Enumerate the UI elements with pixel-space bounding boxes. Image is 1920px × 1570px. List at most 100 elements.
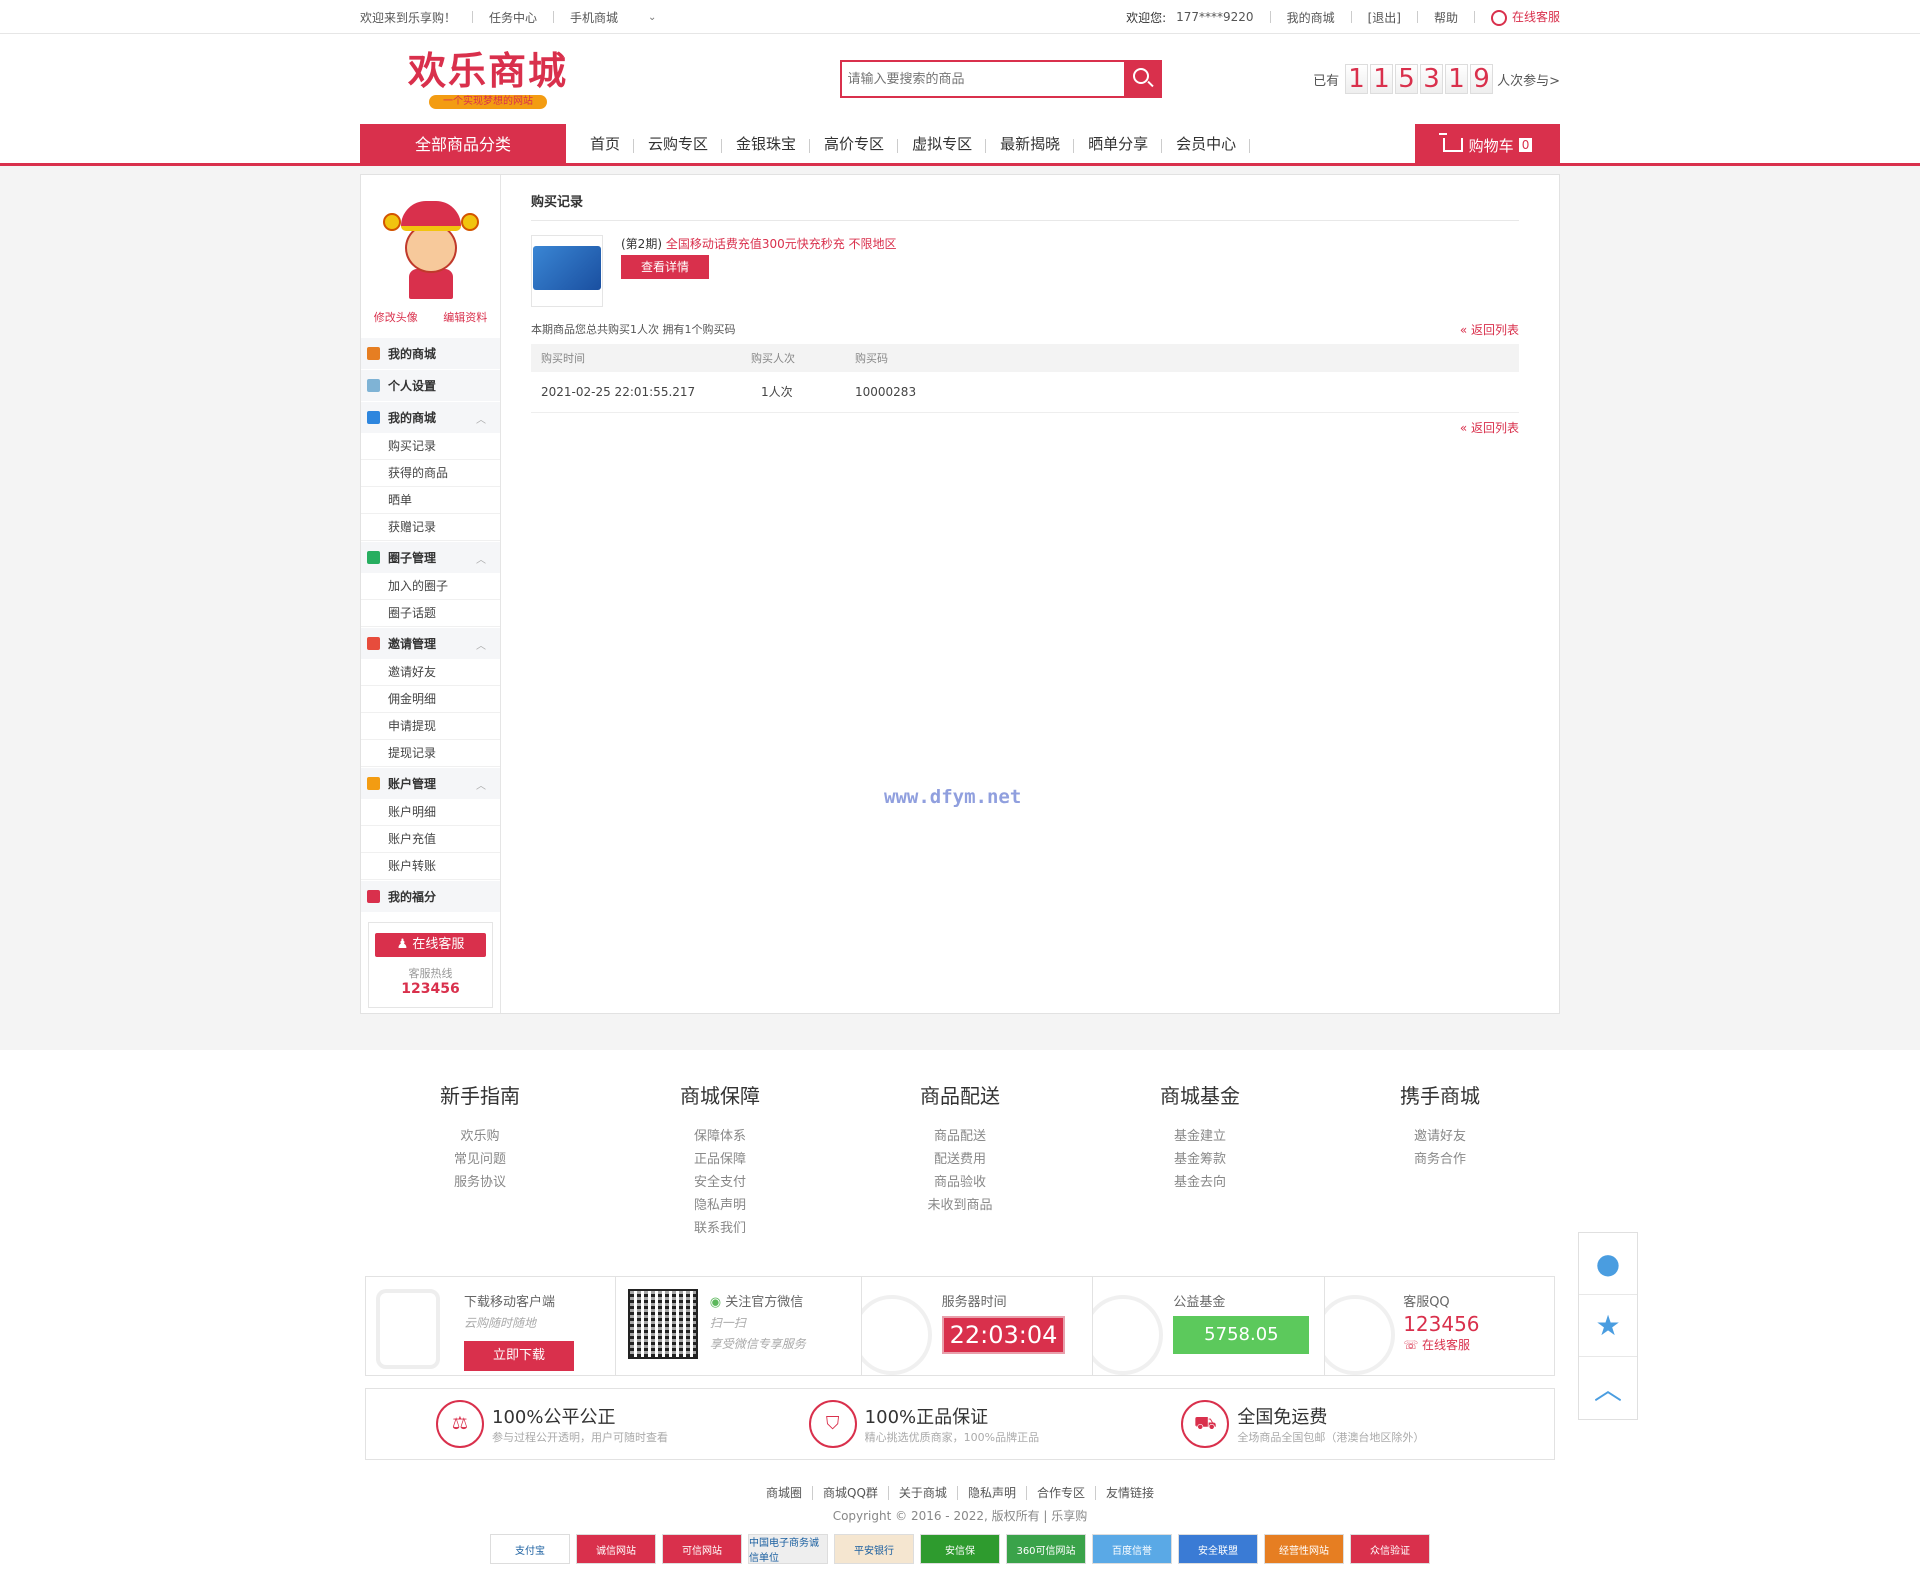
sidebar-group-1[interactable]: 个人设置 [361, 369, 500, 401]
task-center-link[interactable]: 任务中心 [489, 9, 537, 26]
guarantee-desc: 参与过程公开透明，用户可随时查看 [492, 1431, 668, 1444]
chevron-up-icon[interactable]: ︿ [476, 637, 486, 652]
bottom-link[interactable]: 友情链接 [1096, 1486, 1164, 1500]
view-detail-button[interactable]: 查看详情 [621, 255, 709, 279]
chevron-up-icon[interactable]: ︿ [476, 411, 486, 426]
mobile-mall-link[interactable]: 手机商城 [570, 9, 618, 26]
footer-link[interactable]: 保障体系 [600, 1125, 840, 1148]
chevron-up-icon[interactable]: ︿ [476, 551, 486, 566]
nav-item-share[interactable]: 晒单分享 [1074, 123, 1163, 165]
bottom-link[interactable]: 隐私声明 [957, 1486, 1027, 1500]
chevron-down-icon[interactable]: ⌄ [648, 12, 656, 23]
footer-column: 商城保障 保障体系 正品保障 安全支付 隐私声明 联系我们 [600, 1080, 840, 1240]
favorite-star-icon[interactable]: ★ [1579, 1295, 1637, 1357]
heart-icon [1093, 1295, 1164, 1375]
footer-link[interactable]: 常见问题 [360, 1148, 600, 1171]
nav-item-premium[interactable]: 高价专区 [810, 123, 899, 165]
search-button[interactable] [1123, 60, 1162, 98]
sidebar-group-0[interactable]: 我的商城 [361, 337, 500, 369]
site-logo[interactable]: 欢乐商城 一个实现梦想的网站 [408, 49, 568, 109]
sidebar-item[interactable]: 账户明细 [361, 799, 500, 826]
footer-link[interactable]: 配送费用 [840, 1148, 1080, 1171]
bottom-link[interactable]: 关于商城 [888, 1486, 958, 1500]
bottom-link[interactable]: 合作专区 [1026, 1486, 1096, 1500]
footer-link[interactable]: 商务合作 [1320, 1148, 1560, 1171]
trust-badge[interactable]: 众信验证 [1350, 1534, 1430, 1564]
trust-badge[interactable]: 支付宝 [490, 1534, 570, 1564]
trust-badge[interactable]: 经营性网站 [1264, 1534, 1344, 1564]
trust-badge[interactable]: 360可信网站 [1006, 1534, 1086, 1564]
cart-button[interactable]: 购物车 0 [1415, 124, 1560, 166]
product-name-link[interactable]: 全国移动话费充值300元快充秒充 不限地区 [666, 237, 897, 251]
sidebar-group-6[interactable]: 我的福分 [361, 880, 500, 912]
back-to-list-link[interactable]: « 返回列表 [1460, 321, 1519, 338]
nav-item-latest[interactable]: 最新揭晓 [986, 123, 1075, 165]
nav-item-virtual[interactable]: 虚拟专区 [898, 123, 987, 165]
trust-badge[interactable]: 平安银行 [834, 1534, 914, 1564]
sidebar-group-2[interactable]: 我的商城 ︿ [361, 401, 500, 433]
nav-item-home[interactable]: 首页 [576, 123, 635, 165]
sidebar-item[interactable]: 晒单 [361, 487, 500, 514]
online-service-button[interactable]: ♟ 在线客服 [375, 933, 486, 957]
nav-item-cloud[interactable]: 云购专区 [634, 123, 723, 165]
counter-suffix-link[interactable]: 人次参与> [1497, 70, 1560, 89]
nav-item-member[interactable]: 会员中心 [1162, 123, 1251, 165]
sidebar-item[interactable]: 佣金明细 [361, 686, 500, 713]
footer-link[interactable]: 商品配送 [840, 1125, 1080, 1148]
sidebar-item[interactable]: 账户充值 [361, 826, 500, 853]
trust-badge[interactable]: 安信保 [920, 1534, 1000, 1564]
footer-link[interactable]: 基金建立 [1080, 1125, 1320, 1148]
online-service-link[interactable]: 在线客服 [1490, 8, 1560, 26]
edit-profile-link[interactable]: 编辑资料 [443, 309, 487, 325]
footer-link[interactable]: 未收到商品 [840, 1194, 1080, 1217]
download-app-button[interactable]: 立即下载 [464, 1341, 574, 1371]
trust-badge[interactable]: 可信网站 [662, 1534, 742, 1564]
trust-badge[interactable]: 安全联盟 [1178, 1534, 1258, 1564]
sidebar-item[interactable]: 购买记录 [361, 433, 500, 460]
footer-link[interactable]: 邀请好友 [1320, 1125, 1560, 1148]
footer-link[interactable]: 安全支付 [600, 1171, 840, 1194]
sidebar-item[interactable]: 邀请好友 [361, 659, 500, 686]
sidebar-group-4[interactable]: 邀请管理 ︿ [361, 627, 500, 659]
chevron-up-icon[interactable]: ︿ [476, 777, 486, 792]
sidebar-item[interactable]: 获赠记录 [361, 514, 500, 541]
back-to-list-link[interactable]: « 返回列表 [1460, 421, 1519, 435]
back-to-top-icon[interactable]: ︿ [1579, 1357, 1637, 1419]
footer-link[interactable]: 联系我们 [600, 1217, 840, 1240]
product-thumbnail[interactable] [531, 235, 603, 307]
trust-badge[interactable]: 诚信网站 [576, 1534, 656, 1564]
bottom-link[interactable]: 商城QQ群 [813, 1486, 889, 1500]
sidebar: 修改头像 编辑资料 我的商城 个人设置 我的商城 ︿ 购买记录 获得的商品 晒单 获赠记录 圈子… [361, 175, 501, 1013]
sidebar-item[interactable]: 获得的商品 [361, 460, 500, 487]
help-link[interactable]: 帮助 [1434, 9, 1458, 26]
my-mall-link[interactable]: 我的商城 [1287, 9, 1335, 26]
trust-badge[interactable]: 百度信誉 [1092, 1534, 1172, 1564]
qq-online-service-link[interactable]: ☏ 在线客服 [1403, 1338, 1470, 1352]
footer-link[interactable]: 隐私声明 [600, 1194, 840, 1217]
sidebar-group-5[interactable]: 账户管理 ︿ [361, 767, 500, 799]
avatar[interactable] [382, 197, 479, 299]
footer-link[interactable]: 商品验收 [840, 1171, 1080, 1194]
footer-link[interactable]: 基金去向 [1080, 1171, 1320, 1194]
bottom-link[interactable]: 商城圈 [756, 1486, 814, 1500]
nav-item-jewelry[interactable]: 金银珠宝 [722, 123, 811, 165]
sidebar-item[interactable]: 提现记录 [361, 740, 500, 767]
sidebar-item[interactable]: 申请提现 [361, 713, 500, 740]
footer-link[interactable]: 服务协议 [360, 1171, 600, 1194]
qq-icon[interactable]: ● [1579, 1233, 1637, 1295]
sidebar-item[interactable]: 圈子话题 [361, 600, 500, 627]
page-title: 购买记录 [531, 191, 1519, 221]
menu-group-icon [367, 551, 380, 564]
sidebar-item[interactable]: 账户转账 [361, 853, 500, 880]
trust-badge[interactable]: 中国电子商务诚信单位 [748, 1534, 828, 1564]
edit-avatar-link[interactable]: 修改头像 [374, 309, 418, 325]
sidebar-group-3[interactable]: 圈子管理 ︿ [361, 541, 500, 573]
search-input[interactable] [839, 60, 1124, 98]
footer-link[interactable]: 正品保障 [600, 1148, 840, 1171]
logout-link[interactable]: [退出] [1368, 9, 1401, 26]
sidebar-item[interactable]: 加入的圈子 [361, 573, 500, 600]
footer-link[interactable]: 基金筹款 [1080, 1148, 1320, 1171]
top-bar: 欢迎来到乐享购！ 任务中心 手机商城 ⌄ 欢迎您: 177****9220 我的… [0, 0, 1920, 34]
footer-link[interactable]: 欢乐购 [360, 1125, 600, 1148]
all-categories-button[interactable]: 全部商品分类 [360, 124, 566, 166]
